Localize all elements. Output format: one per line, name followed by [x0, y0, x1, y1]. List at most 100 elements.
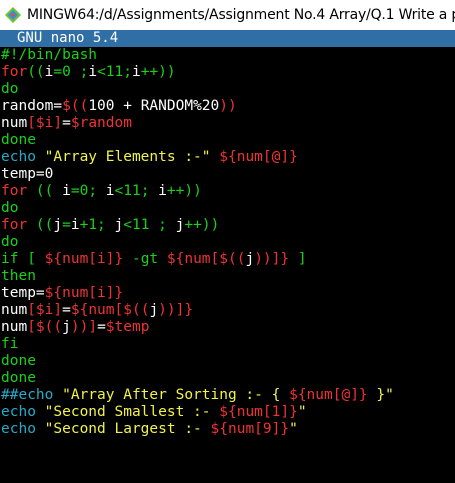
code-token: +1;: [79, 217, 115, 233]
code-token: num: [1, 302, 28, 318]
code-token: $temp: [105, 319, 150, 335]
code-token: "Array Elements :-": [44, 149, 220, 165]
code-token: <11 ;: [123, 217, 176, 233]
code-line: num[$i]=${num[$((j))]}: [1, 302, 394, 319]
code-token: ((: [27, 64, 45, 80]
code-token: #!/bin/bash: [1, 47, 98, 63]
code-token: ${num[i]}: [44, 285, 124, 301]
code-line: num[$i]=$random: [1, 115, 394, 132]
code-token: i: [105, 183, 115, 199]
code-line: echo "Second Smallest :- ${num[1]}": [1, 404, 394, 421]
code-token: =0 ;: [53, 64, 89, 80]
code-text-area[interactable]: #!/bin/bash for((i=0 ;i<11;i++)) do random=…: [1, 47, 394, 438]
nano-header-bar: GNU nano 5.4: [0, 30, 455, 47]
code-token: <11;: [114, 183, 159, 199]
code-token: done: [1, 353, 36, 369]
code-token: for: [1, 64, 28, 80]
code-token: ))]}: [254, 251, 290, 267]
code-token: =: [62, 217, 71, 233]
code-token: =: [62, 302, 71, 318]
code-line: #!/bin/bash: [1, 47, 394, 64]
code-token: for: [1, 183, 36, 199]
code-token: if [: [1, 251, 45, 267]
code-line: random=$((100 + RANDOM%20)): [1, 98, 394, 115]
code-token: then: [1, 268, 36, 284]
code-line: do: [1, 234, 394, 251]
code-token: done: [1, 132, 36, 148]
code-token: ${num[$((: [70, 302, 150, 318]
nano-editor[interactable]: GNU nano 5.4 #!/bin/bash for((i=0 ;i<11;i…: [0, 30, 455, 483]
code-token: do: [1, 200, 19, 216]
code-token: )): [219, 98, 237, 114]
code-token: fi: [1, 336, 19, 352]
code-token: ": [289, 421, 298, 437]
code-token: ((: [35, 217, 54, 233]
code-line: done: [1, 370, 394, 387]
code-token: ${num[@]}: [289, 387, 368, 403]
code-token: j: [62, 319, 71, 335]
code-line: then: [1, 268, 394, 285]
code-token: ]: [289, 251, 307, 267]
code-token: ++)): [184, 217, 220, 233]
code-token: random=: [1, 98, 63, 114]
code-token: do: [1, 81, 19, 97]
code-line: temp=0: [1, 166, 394, 183]
code-token: <11;: [97, 64, 132, 80]
code-token: [$((: [27, 319, 63, 335]
code-token: ++)): [140, 64, 176, 80]
code-token: ))]}: [158, 302, 194, 318]
code-line: for (( i=0; i<11; i++)): [1, 183, 394, 200]
code-token: num: [1, 115, 28, 131]
code-token: ${num[9]}: [210, 421, 290, 437]
code-token: temp=: [1, 285, 45, 301]
code-token: "Second Smallest :-: [44, 404, 220, 420]
code-token: =: [97, 319, 106, 335]
code-token: temp=0: [1, 166, 54, 182]
code-token: i: [158, 183, 167, 199]
code-token: $((: [62, 98, 89, 114]
code-token: ${num[@]}: [219, 149, 298, 165]
nano-version-label: GNU nano 5.4: [17, 30, 119, 46]
code-token: ${num[$((: [166, 251, 246, 267]
code-token: i: [88, 64, 98, 80]
code-token: for: [1, 217, 36, 233]
code-line: do: [1, 200, 394, 217]
code-token: j: [149, 302, 159, 318]
code-line: do: [1, 81, 394, 98]
code-line: ##echo "Array After Sorting :- { ${num[@…: [1, 387, 394, 404]
code-token: i: [70, 217, 80, 233]
code-line: done: [1, 132, 394, 149]
code-token: ++)): [166, 183, 202, 199]
code-token: ((: [35, 183, 63, 199]
code-token: =: [62, 115, 71, 131]
code-token: ))]: [70, 319, 98, 335]
code-token: num: [1, 319, 28, 335]
code-token: echo: [1, 404, 45, 420]
code-line: done: [1, 353, 394, 370]
code-line: num[$((j))]=$temp: [1, 319, 394, 336]
code-token: ": [297, 404, 307, 420]
code-line: if [ ${num[i]} -gt ${num[$((j))]} ]: [1, 251, 394, 268]
code-token: }": [367, 387, 394, 403]
code-token: ${num[i]}: [44, 251, 124, 267]
code-token: do: [1, 234, 19, 250]
window-title: MINGW64:/d/Assignments/Assignment No.4 A…: [27, 7, 455, 23]
code-token: done: [1, 370, 36, 386]
mingw-terminal-icon: [5, 7, 21, 23]
code-line: echo "Second Largest :- ${num[9]}": [1, 421, 394, 438]
code-token: i: [131, 64, 141, 80]
code-token: i: [62, 183, 71, 199]
code-token: "Second Largest :-: [44, 421, 211, 437]
code-token: ##echo: [1, 387, 63, 403]
code-token: =0;: [70, 183, 106, 199]
code-token: 100 + RANDOM%20: [88, 98, 220, 114]
code-token: [$i]: [27, 302, 63, 318]
code-token: $random: [70, 115, 132, 131]
code-token: -gt: [123, 251, 167, 267]
code-token: ${num[1]}: [219, 404, 298, 420]
code-line: echo "Array Elements :-" ${num[@]}: [1, 149, 394, 166]
code-token: echo: [1, 149, 45, 165]
window-titlebar[interactable]: MINGW64:/d/Assignments/Assignment No.4 A…: [0, 0, 455, 30]
code-token: j: [245, 251, 255, 267]
code-token: "Array After Sorting :- {: [62, 387, 290, 403]
